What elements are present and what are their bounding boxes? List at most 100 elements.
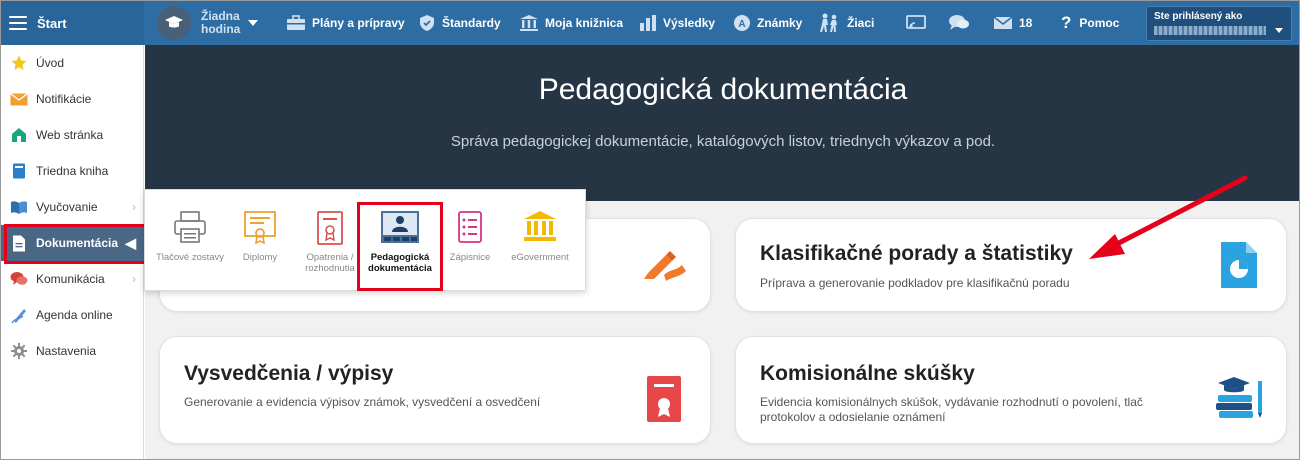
nav-plans[interactable]: Plány a prípravy bbox=[286, 1, 405, 45]
mail-button[interactable]: 18 bbox=[993, 1, 1032, 45]
submenu-label: eGovernment bbox=[511, 252, 569, 263]
submenu-opatrenia[interactable]: Opatrenia / rozhodnutia bbox=[295, 210, 365, 274]
grades-icon: A bbox=[734, 15, 750, 31]
highlight-box-pedagogicka bbox=[357, 202, 443, 291]
card-title: Klasifikačné porady a štatistiky bbox=[760, 242, 1073, 265]
certificate-icon bbox=[646, 375, 682, 428]
home-icon bbox=[10, 126, 28, 144]
list-icon bbox=[435, 210, 505, 246]
cast-button[interactable] bbox=[906, 1, 932, 45]
submenu-label: Zápisnice bbox=[449, 252, 491, 263]
chat-icon bbox=[10, 270, 28, 288]
card-title: Vysvedčenia / výpisy bbox=[184, 362, 394, 385]
sidebar-item-label: Web stránka bbox=[36, 128, 104, 142]
shield-icon bbox=[420, 15, 434, 31]
help-label: Pomoc bbox=[1079, 16, 1120, 30]
sidebar-item-label: Agenda online bbox=[36, 308, 113, 322]
hamburger-icon bbox=[9, 16, 27, 30]
star-icon bbox=[10, 54, 28, 72]
nav-students[interactable]: Žiaci bbox=[819, 1, 874, 45]
lesson-line-2: hodina bbox=[201, 22, 241, 36]
card-komisionalne-skusky[interactable]: Komisionálne skúšky Evidencia komisionál… bbox=[735, 336, 1287, 444]
diploma-icon bbox=[225, 210, 295, 246]
nav-students-label: Žiaci bbox=[847, 16, 875, 30]
chevron-right-icon: › bbox=[132, 200, 136, 214]
library-icon bbox=[520, 15, 538, 31]
nav-standards[interactable]: Štandardy bbox=[418, 1, 501, 45]
mail-count: 18 bbox=[1019, 16, 1033, 30]
chevron-right-icon: › bbox=[132, 272, 136, 286]
help-button[interactable]: ? Pomoc bbox=[1061, 1, 1119, 45]
sidebar-item-triedna-kniha[interactable]: Triedna kniha bbox=[1, 153, 144, 189]
briefcase-icon bbox=[287, 15, 305, 30]
sidebar-item-label: Vyučovanie bbox=[36, 200, 98, 214]
nav-library-label: Moja knižnica bbox=[545, 16, 624, 30]
government-icon bbox=[505, 210, 575, 246]
nav-results-label: Výsledky bbox=[663, 16, 716, 30]
submenu-label: Diplomy bbox=[242, 252, 278, 263]
nav-library[interactable]: Moja knižnica bbox=[519, 1, 623, 45]
user-menu[interactable]: Ste prihlásený ako bbox=[1146, 6, 1292, 41]
graduation-cap-icon bbox=[157, 6, 191, 40]
sidebar-item-label: Nastavenia bbox=[36, 344, 97, 358]
card-title: Komisionálne skúšky bbox=[760, 362, 975, 385]
submenu-label: Opatrenia / rozhodnutia bbox=[305, 252, 355, 274]
pen-icon bbox=[10, 306, 28, 324]
lesson-selector[interactable]: Žiadna hodina bbox=[157, 6, 259, 40]
card-vysvedcenia[interactable]: Vysvedčenia / výpisy Generovanie a evide… bbox=[159, 336, 711, 444]
user-name-redacted bbox=[1154, 26, 1266, 35]
sidebar-item-label: Úvod bbox=[36, 56, 65, 70]
submenu-tlacove-zostavy[interactable]: Tlačové zostavy bbox=[155, 210, 225, 263]
nav-grades[interactable]: A Známky bbox=[733, 1, 802, 45]
card-description: Príprava a generovanie podkladov pre kla… bbox=[760, 276, 1070, 290]
card-description: Evidencia komisionálnych skúšok, vydávan… bbox=[760, 395, 1143, 424]
decision-icon bbox=[295, 210, 365, 246]
submenu-label: Tlačové zostavy bbox=[155, 252, 225, 263]
svg-text:A: A bbox=[738, 19, 745, 30]
mail-icon bbox=[993, 16, 1013, 29]
printer-icon bbox=[155, 210, 225, 246]
submenu-diplomy[interactable]: Diplomy bbox=[225, 210, 295, 263]
sidebar-item-label: Notifikácie bbox=[36, 92, 92, 106]
highlight-box-dokumentacia bbox=[4, 224, 148, 264]
brand-label: Štart bbox=[37, 15, 67, 31]
submenu-egovernment[interactable]: eGovernment bbox=[505, 210, 575, 263]
signature-hand-icon bbox=[642, 247, 688, 288]
nav-plans-label: Plány a prípravy bbox=[312, 16, 405, 30]
chevron-down-icon bbox=[1275, 28, 1283, 33]
chat-bubble-icon bbox=[949, 15, 969, 30]
sidebar-item-notifikacie[interactable]: Notifikácie bbox=[1, 81, 144, 117]
pie-file-icon bbox=[1220, 241, 1258, 294]
sidebar-item-nastavenia[interactable]: Nastavenia bbox=[1, 333, 144, 369]
messages-button[interactable] bbox=[948, 1, 976, 45]
nav-results[interactable]: Výsledky bbox=[639, 1, 715, 45]
page-title: Pedagogická dokumentácia bbox=[538, 73, 908, 106]
start-menu-button[interactable]: Štart bbox=[1, 1, 144, 45]
bar-chart-icon bbox=[640, 15, 656, 31]
app-window: Štart Žiadna hodina Plány a prípravy Šta… bbox=[0, 0, 1300, 460]
nav-standards-label: Štandardy bbox=[442, 16, 501, 30]
hero-banner: Pedagogická dokumentácia Správa pedagogi… bbox=[145, 45, 1299, 201]
sidebar-item-label: Komunikácia bbox=[36, 272, 105, 286]
top-navbar: Štart Žiadna hodina Plány a prípravy Šta… bbox=[1, 1, 1299, 45]
help-icon: ? bbox=[1061, 13, 1072, 32]
open-book-icon bbox=[10, 198, 28, 216]
submenu-zapisnice[interactable]: Zápisnice bbox=[435, 210, 505, 263]
card-klasifikacne-porady[interactable]: Klasifikačné porady a štatistiky Príprav… bbox=[735, 218, 1287, 312]
sidebar-item-agenda[interactable]: Agenda online bbox=[1, 297, 144, 333]
chevron-down-icon bbox=[248, 20, 259, 26]
sidebar-item-komunikacia[interactable]: Komunikácia › bbox=[1, 261, 144, 297]
sidebar-item-web[interactable]: Web stránka bbox=[1, 117, 144, 153]
page-subtitle: Správa pedagogickej dokumentácie, kataló… bbox=[450, 133, 996, 150]
sidebar-item-vyucovanie[interactable]: Vyučovanie › bbox=[1, 189, 144, 225]
graduation-books-icon bbox=[1214, 375, 1266, 426]
book-icon bbox=[10, 162, 28, 180]
sidebar-item-label: Triedna kniha bbox=[36, 164, 109, 178]
students-icon bbox=[820, 13, 837, 32]
sidebar-item-uvod[interactable]: Úvod bbox=[1, 45, 144, 81]
cast-screen-icon bbox=[906, 15, 926, 29]
user-label: Ste prihlásený ako bbox=[1154, 11, 1243, 22]
envelope-icon bbox=[10, 90, 28, 108]
nav-grades-label: Známky bbox=[757, 16, 803, 30]
card-description: Generovanie a evidencia výpisov známok, … bbox=[184, 395, 541, 409]
